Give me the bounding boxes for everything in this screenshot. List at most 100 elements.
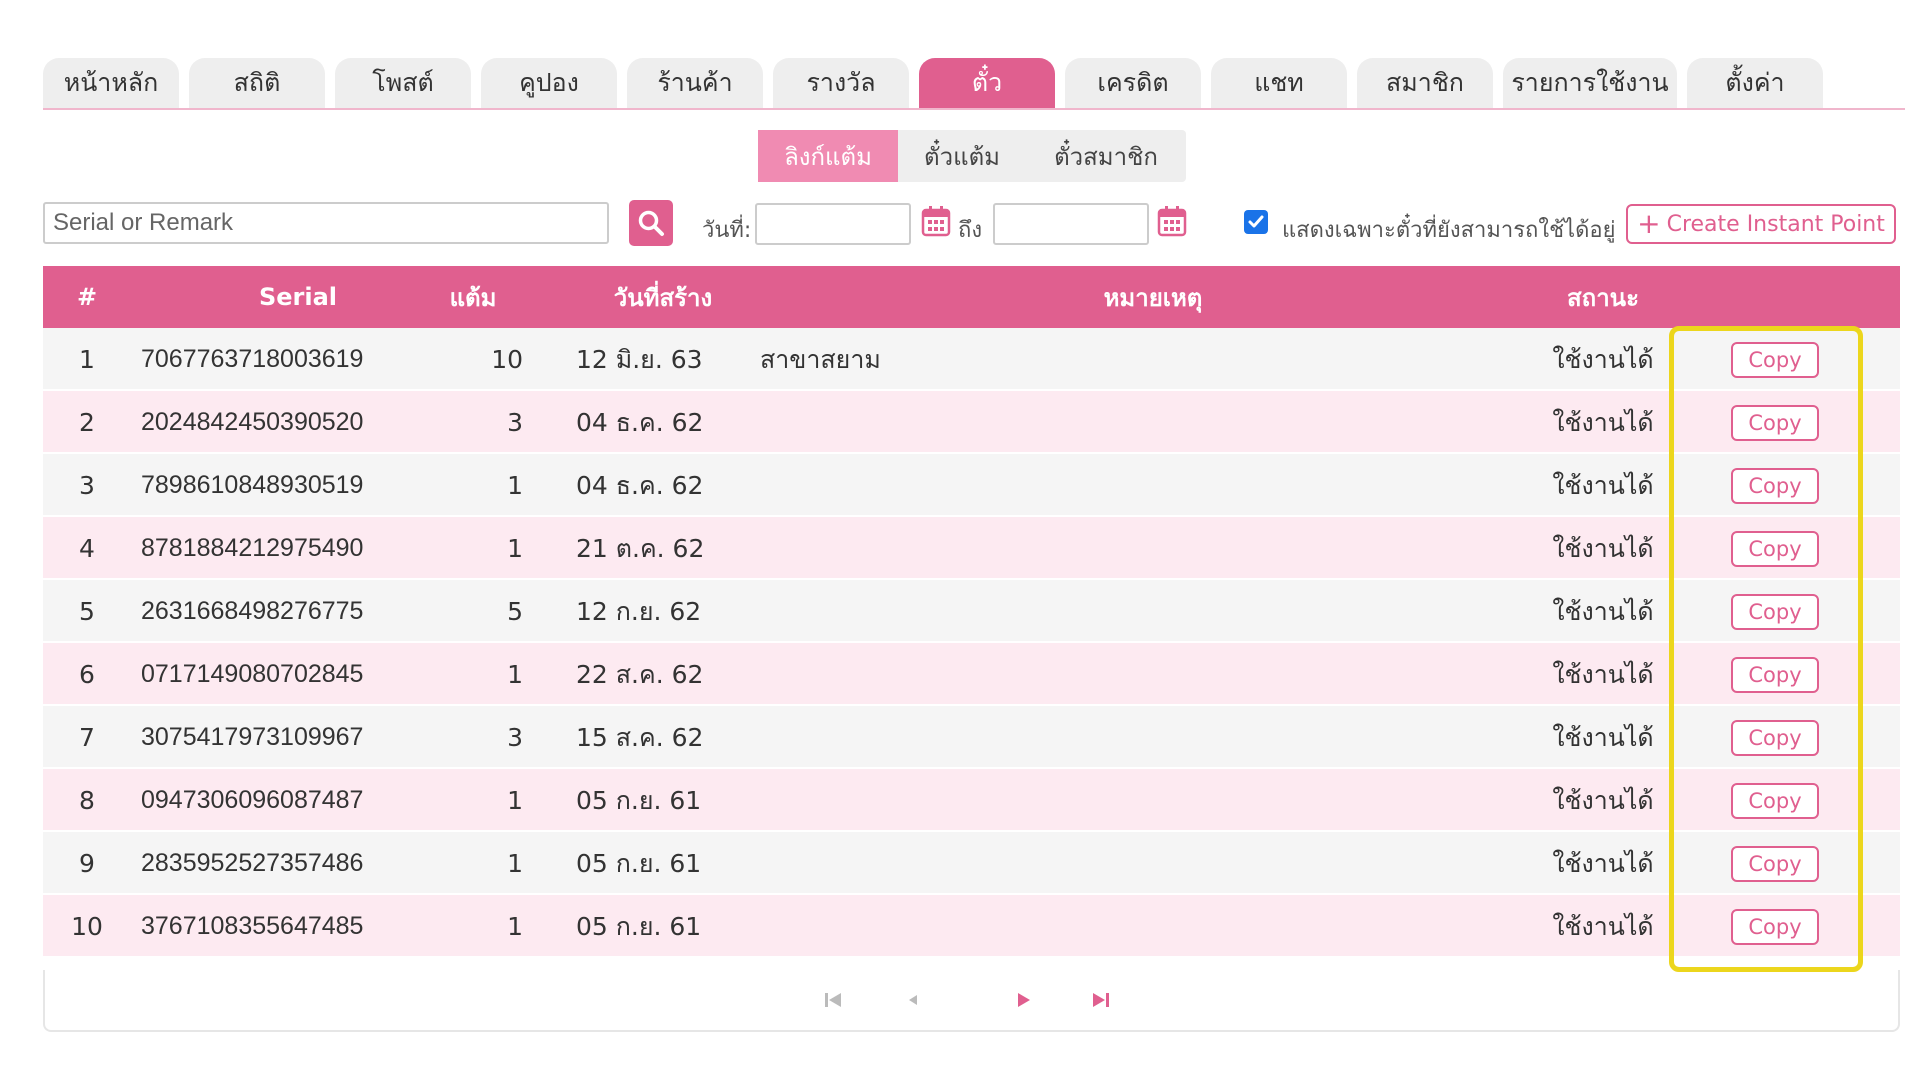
search-input[interactable] bbox=[43, 202, 609, 244]
last-page-icon[interactable] bbox=[1089, 988, 1113, 1012]
row-copy-cell: Copy bbox=[1715, 769, 1835, 832]
copy-button[interactable]: Copy bbox=[1731, 845, 1819, 882]
tab-coupons[interactable]: คูปอง bbox=[481, 58, 617, 108]
row-created: 12 ก.ย. 62 bbox=[576, 596, 702, 626]
tab-statistics[interactable]: สถิติ bbox=[189, 58, 325, 108]
search-button[interactable] bbox=[629, 200, 673, 246]
copy-button[interactable]: Copy bbox=[1731, 908, 1819, 945]
table-row: 10 3767108355647485 1 05 ก.ย. 61 ใช้งานไ… bbox=[43, 895, 1900, 958]
tab-activity-log[interactable]: รายการใช้งาน bbox=[1503, 58, 1677, 108]
table-row: 4 8781884212975490 1 21 ต.ค. 62 ใช้งานได… bbox=[43, 517, 1900, 580]
tab-posts[interactable]: โพสต์ bbox=[335, 58, 471, 108]
header-point: แต้ม bbox=[449, 283, 497, 312]
calendar-icon[interactable] bbox=[921, 205, 951, 237]
table-row: 7 3075417973109967 3 15 ส.ค. 62 ใช้งานได… bbox=[43, 706, 1900, 769]
table-row: 9 2835952527357486 1 05 ก.ย. 61 ใช้งานได… bbox=[43, 832, 1900, 895]
date-to-label: ถึง bbox=[958, 218, 983, 243]
row-status: ใช้งานได้ bbox=[1552, 911, 1654, 941]
table-row: 2 2024842450390520 3 04 ธ.ค. 62 ใช้งานได… bbox=[43, 391, 1900, 454]
row-remark bbox=[760, 580, 1260, 643]
date-from-input[interactable] bbox=[755, 203, 911, 245]
row-copy-cell: Copy bbox=[1715, 454, 1835, 517]
row-remark bbox=[760, 643, 1260, 706]
row-remark bbox=[760, 391, 1260, 454]
row-serial: 8781884212975490 bbox=[141, 534, 364, 562]
row-copy-cell: Copy bbox=[1715, 895, 1835, 958]
tab-tickets[interactable]: ตั๋ว bbox=[919, 58, 1055, 108]
prev-page-icon[interactable] bbox=[901, 988, 925, 1012]
row-status: ใช้งานได้ bbox=[1552, 596, 1654, 626]
tab-home[interactable]: หน้าหลัก bbox=[43, 58, 179, 108]
tab-rewards[interactable]: รางวัล bbox=[773, 58, 909, 108]
row-point: 1 bbox=[507, 912, 523, 941]
table-header: # Serial แต้ม วันที่สร้าง หมายเหตุ สถานะ bbox=[43, 266, 1900, 328]
copy-button[interactable]: Copy bbox=[1731, 530, 1819, 567]
row-status: ใช้งานได้ bbox=[1552, 722, 1654, 752]
only-available-checkbox[interactable] bbox=[1244, 210, 1268, 234]
tab-settings[interactable]: ตั้งค่า bbox=[1687, 58, 1823, 108]
next-page-icon[interactable] bbox=[1011, 988, 1035, 1012]
header-serial: Serial bbox=[258, 283, 338, 311]
sub-tabs: ลิงก์แต้ม ตั๋วแต้ม ตั๋วสมาชิก bbox=[758, 130, 1186, 182]
copy-button[interactable]: Copy bbox=[1731, 782, 1819, 819]
only-available-label: แสดงเฉพาะตั๋วที่ยังสามารถใช้ได้อยู่ bbox=[1282, 218, 1616, 243]
table-row: 5 2631668498276775 5 12 ก.ย. 62 ใช้งานได… bbox=[43, 580, 1900, 643]
subtab-point-ticket[interactable]: ตั๋วแต้ม bbox=[898, 130, 1026, 182]
row-status: ใช้งานได้ bbox=[1552, 344, 1654, 374]
header-index: # bbox=[76, 283, 98, 311]
row-index: 8 bbox=[79, 786, 95, 815]
subtab-member-ticket[interactable]: ตั๋วสมาชิก bbox=[1026, 130, 1186, 182]
date-to-input[interactable] bbox=[993, 203, 1149, 245]
copy-button[interactable]: Copy bbox=[1731, 341, 1819, 378]
row-point: 3 bbox=[507, 723, 523, 752]
table-row: 3 7898610848930519 1 04 ธ.ค. 62 ใช้งานได… bbox=[43, 454, 1900, 517]
copy-button[interactable]: Copy bbox=[1731, 719, 1819, 756]
header-remark: หมายเหตุ bbox=[1103, 283, 1203, 312]
row-serial: 2631668498276775 bbox=[141, 597, 364, 625]
table-row: 8 0947306096087487 1 05 ก.ย. 61 ใช้งานได… bbox=[43, 769, 1900, 832]
row-created: 15 ส.ค. 62 bbox=[576, 722, 704, 752]
copy-button[interactable]: Copy bbox=[1731, 467, 1819, 504]
copy-button[interactable]: Copy bbox=[1731, 593, 1819, 630]
row-index: 1 bbox=[79, 345, 95, 374]
row-serial: 0947306096087487 bbox=[141, 786, 364, 814]
create-instant-point-button[interactable]: + Create Instant Point bbox=[1626, 204, 1896, 244]
row-serial: 0717149080702845 bbox=[141, 660, 364, 688]
row-point: 3 bbox=[507, 408, 523, 437]
row-status: ใช้งานได้ bbox=[1552, 533, 1654, 563]
row-point: 1 bbox=[507, 660, 523, 689]
row-index: 4 bbox=[79, 534, 95, 563]
row-copy-cell: Copy bbox=[1715, 391, 1835, 454]
tab-members[interactable]: สมาชิก bbox=[1357, 58, 1493, 108]
row-copy-cell: Copy bbox=[1715, 328, 1835, 391]
table-row: 1 7067763718003619 10 12 มิ.ย. 63 สาขาสย… bbox=[43, 328, 1900, 391]
row-status: ใช้งานได้ bbox=[1552, 785, 1654, 815]
row-index: 3 bbox=[79, 471, 95, 500]
row-index: 10 bbox=[71, 912, 103, 941]
row-status: ใช้งานได้ bbox=[1552, 848, 1654, 878]
row-remark bbox=[760, 832, 1260, 895]
tab-chat[interactable]: แชท bbox=[1211, 58, 1347, 108]
row-created: 22 ส.ค. 62 bbox=[576, 659, 704, 689]
row-status: ใช้งานได้ bbox=[1552, 470, 1654, 500]
copy-button[interactable]: Copy bbox=[1731, 404, 1819, 441]
row-remark bbox=[760, 769, 1260, 832]
row-serial: 7067763718003619 bbox=[141, 345, 364, 373]
calendar-icon[interactable] bbox=[1157, 205, 1187, 237]
row-remark bbox=[760, 517, 1260, 580]
tab-credit[interactable]: เครดิต bbox=[1065, 58, 1201, 108]
pagination bbox=[43, 970, 1900, 1032]
row-created: 05 ก.ย. 61 bbox=[576, 848, 702, 878]
row-created: 05 ก.ย. 61 bbox=[576, 785, 702, 815]
copy-button[interactable]: Copy bbox=[1731, 656, 1819, 693]
row-point: 1 bbox=[507, 534, 523, 563]
row-status: ใช้งานได้ bbox=[1552, 407, 1654, 437]
row-serial: 2835952527357486 bbox=[141, 849, 364, 877]
first-page-icon[interactable] bbox=[821, 988, 845, 1012]
date-label: วันที่: bbox=[702, 218, 752, 243]
subtab-point-link[interactable]: ลิงก์แต้ม bbox=[758, 130, 898, 182]
create-instant-point-label: Create Instant Point bbox=[1666, 211, 1885, 237]
tab-shop[interactable]: ร้านค้า bbox=[627, 58, 763, 108]
row-point: 1 bbox=[507, 786, 523, 815]
checkmark-icon bbox=[1248, 215, 1264, 228]
